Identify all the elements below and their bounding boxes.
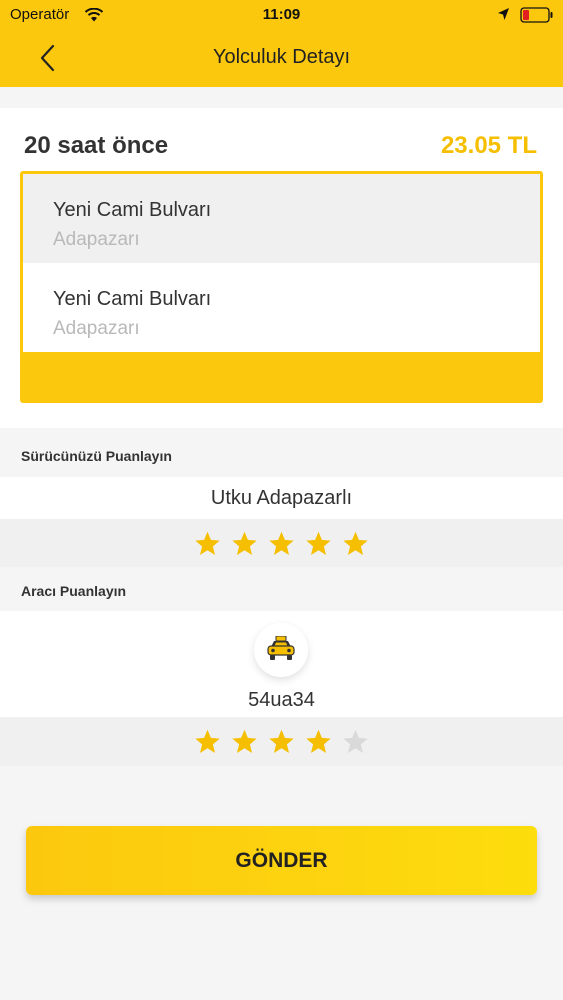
vehicle-rating-section: 54ua34 [0, 611, 563, 766]
route-box: Yeni Cami Bulvarı Adapazarı Yeni Cami Bu… [20, 171, 543, 403]
route-origin: Yeni Cami Bulvarı Adapazarı [23, 174, 540, 263]
vehicle-avatar [254, 623, 308, 677]
status-time: 11:09 [262, 6, 301, 23]
driver-star-4-icon[interactable] [305, 530, 332, 557]
taxi-icon [267, 636, 295, 660]
vehicle-plate: 54ua34 [248, 689, 315, 711]
route-destination-city: Adapazarı [53, 318, 140, 339]
submit-button[interactable]: GÖNDER [26, 826, 537, 895]
vehicle-star-3-icon[interactable] [268, 728, 295, 755]
vehicle-star-rating[interactable] [194, 728, 369, 755]
driver-star-3-icon[interactable] [268, 530, 295, 557]
battery-icon [520, 7, 553, 23]
route-origin-city: Adapazarı [53, 229, 140, 250]
driver-star-2-icon[interactable] [231, 530, 258, 557]
nav-bar: Yolculuk Detayı [0, 30, 563, 87]
driver-rating-title: Sürücünüzü Puanlayın [21, 448, 172, 464]
location-arrow-icon [498, 8, 509, 20]
driver-name-row: Utku Adapazarlı [0, 477, 563, 519]
driver-star-1-icon[interactable] [194, 530, 221, 557]
route-origin-street: Yeni Cami Bulvarı [53, 199, 212, 221]
route-destination-street: Yeni Cami Bulvarı [53, 288, 212, 310]
driver-star-rating[interactable] [194, 530, 369, 557]
trip-card: 20 saat önce 23.05 TL Yeni Cami Bulvarı … [0, 108, 563, 428]
route-destination: Yeni Cami Bulvarı Adapazarı [23, 263, 540, 352]
vehicle-rating-title: Aracı Puanlayın [21, 583, 127, 599]
vehicle-star-2-icon[interactable] [231, 728, 258, 755]
vehicle-info: 54ua34 [0, 611, 563, 717]
driver-name: Utku Adapazarlı [210, 487, 353, 509]
trip-price: 23.05 TL [440, 132, 537, 159]
driver-rating-section: Utku Adapazarlı [0, 477, 563, 567]
page-title: Yolculuk Detayı [212, 46, 351, 68]
vehicle-star-5-icon[interactable] [342, 728, 369, 755]
submit-label: GÖNDER [235, 849, 328, 872]
status-bar: Operatör 11:09 [0, 0, 563, 30]
vehicle-star-1-icon[interactable] [194, 728, 221, 755]
trip-time-ago: 20 saat önce [24, 132, 169, 159]
driver-star-5-icon[interactable] [342, 530, 369, 557]
vehicle-star-4-icon[interactable] [305, 728, 332, 755]
